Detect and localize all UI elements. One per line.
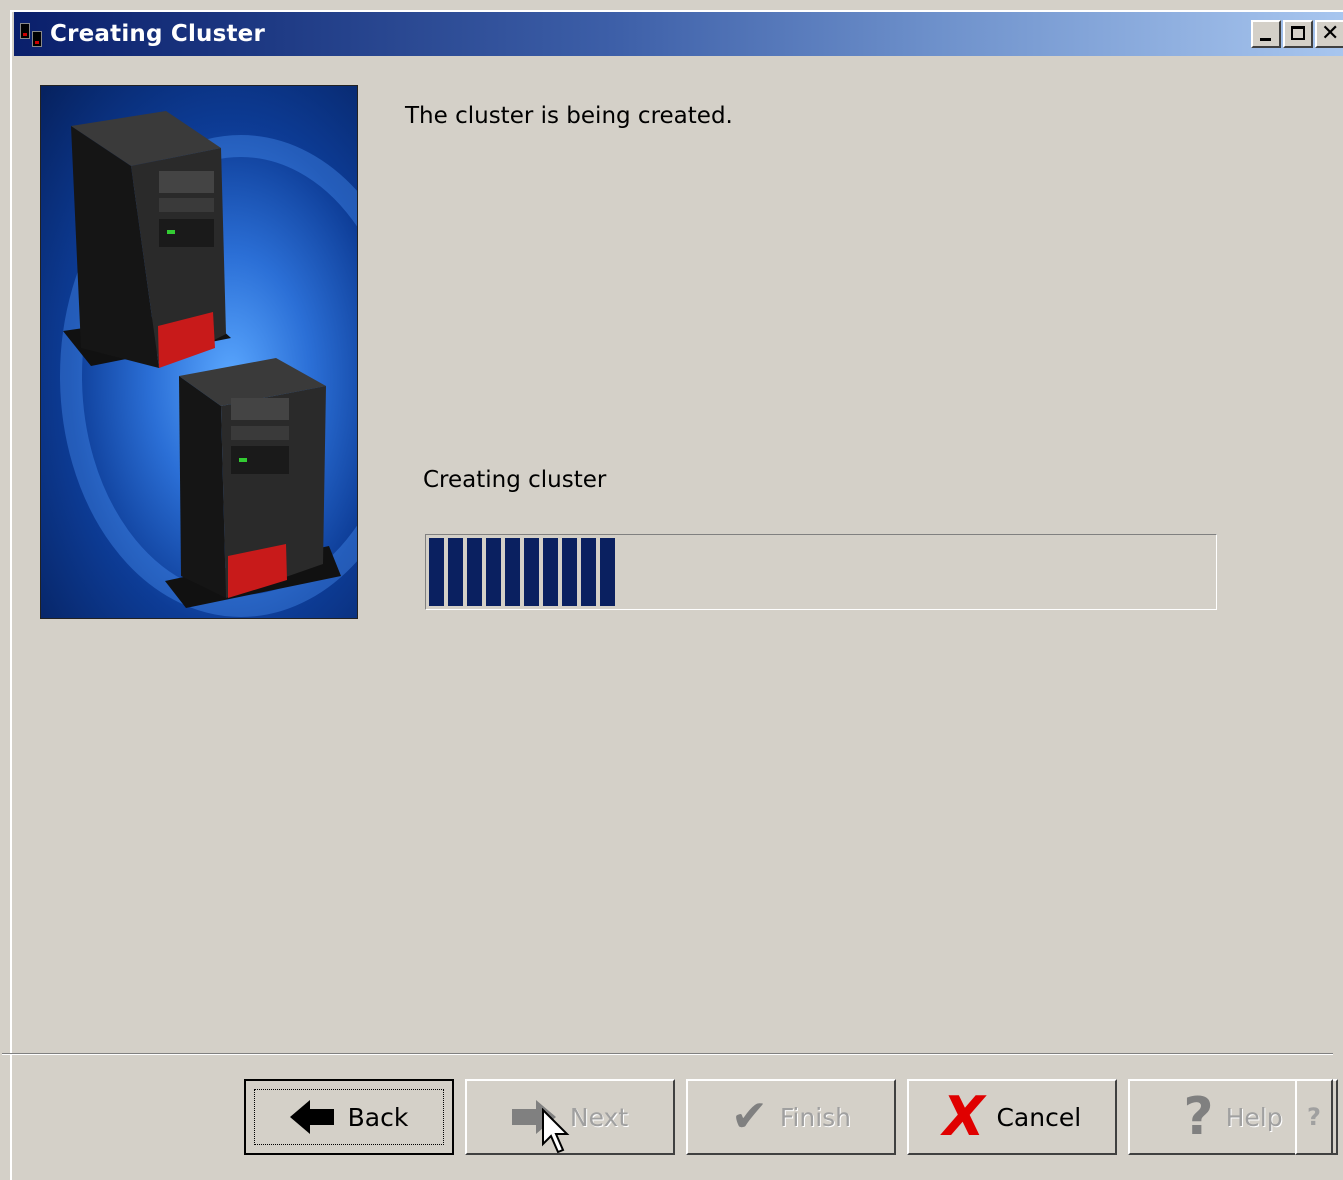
progress-label: Creating cluster bbox=[423, 467, 607, 493]
progress-fill bbox=[429, 538, 615, 606]
progress-segment bbox=[448, 538, 463, 606]
maximize-icon bbox=[1291, 26, 1305, 40]
context-help-button[interactable]: ? bbox=[1295, 1079, 1333, 1155]
progress-segment bbox=[600, 538, 615, 606]
close-icon: ✕ bbox=[1321, 21, 1340, 46]
progress-segment bbox=[429, 538, 444, 606]
minimize-icon bbox=[1260, 38, 1271, 41]
back-button[interactable]: Back bbox=[244, 1079, 454, 1155]
progress-segment bbox=[467, 538, 482, 606]
progress-segment bbox=[524, 538, 539, 606]
title-bar[interactable]: Creating Cluster ✕ bbox=[14, 12, 1343, 56]
window-controls: ✕ bbox=[1249, 20, 1343, 48]
app-icon bbox=[18, 21, 44, 47]
servers-image bbox=[60, 111, 357, 617]
progress-segment bbox=[505, 538, 520, 606]
finish-label: Finish bbox=[779, 1102, 852, 1132]
window-title: Creating Cluster bbox=[50, 21, 266, 47]
cancel-label: Cancel bbox=[996, 1102, 1082, 1132]
maximize-button[interactable] bbox=[1283, 20, 1313, 48]
status-description: The cluster is being created. bbox=[405, 103, 733, 129]
cancel-button[interactable]: X Cancel bbox=[907, 1079, 1117, 1155]
arrow-left-icon bbox=[289, 1100, 336, 1134]
mouse-pointer-icon bbox=[542, 1108, 570, 1154]
red-x-icon: X bbox=[942, 1085, 985, 1148]
minimize-button[interactable] bbox=[1251, 20, 1281, 48]
button-separator bbox=[2, 1053, 1333, 1055]
close-button[interactable]: ✕ bbox=[1315, 20, 1343, 48]
question-mark-icon: ? bbox=[1183, 1087, 1214, 1147]
progress-segment bbox=[486, 538, 501, 606]
help-label: Help bbox=[1225, 1102, 1283, 1132]
progress-bar bbox=[425, 534, 1217, 610]
checkmark-icon: ✔ bbox=[730, 1091, 768, 1142]
back-label: Back bbox=[347, 1102, 409, 1132]
server-illustration bbox=[40, 85, 358, 619]
progress-segment bbox=[562, 538, 577, 606]
progress-segment bbox=[581, 538, 596, 606]
next-label: Next bbox=[569, 1102, 629, 1132]
finish-button[interactable]: ✔ Finish bbox=[686, 1079, 896, 1155]
context-help-label: ? bbox=[1307, 1103, 1321, 1131]
progress-segment bbox=[543, 538, 558, 606]
